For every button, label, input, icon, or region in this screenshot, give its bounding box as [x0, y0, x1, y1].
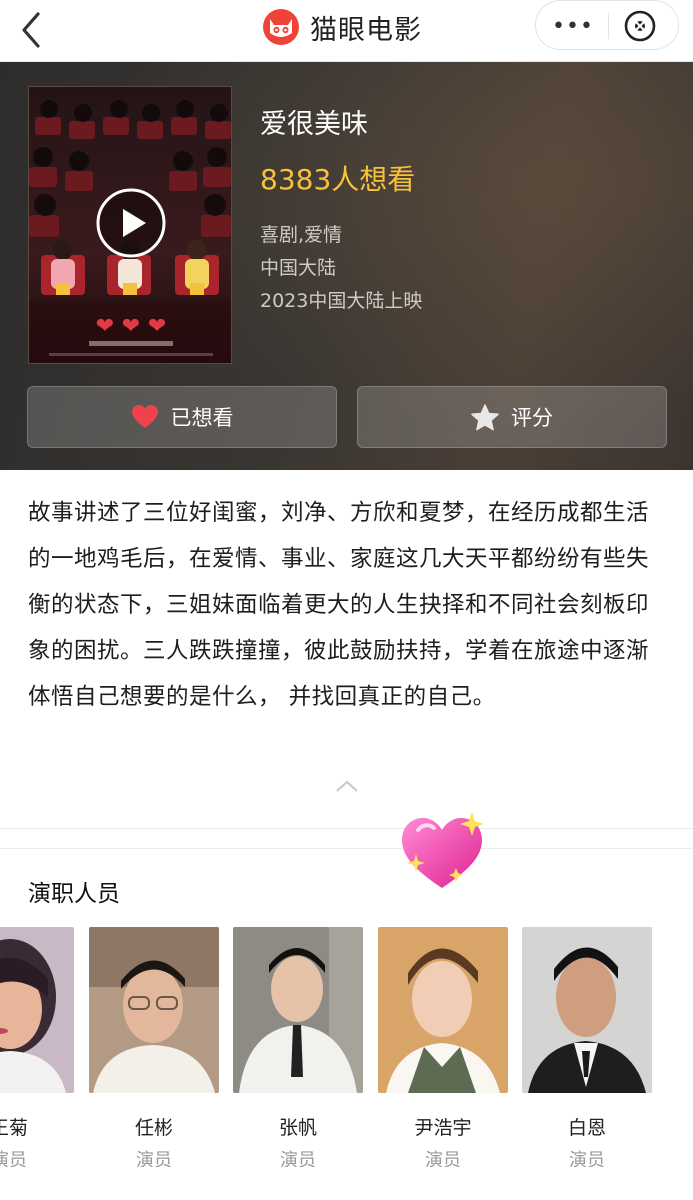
want-to-watch-label: 已想看: [170, 406, 234, 430]
cast-name: 张帆: [278, 1117, 317, 1139]
cast-photo: [0, 927, 74, 1093]
maoyan-cat-logo-icon: [263, 9, 299, 45]
actor-portrait: [378, 927, 508, 1093]
cast-list: 王菊 演员 任彬 演员: [0, 927, 693, 1167]
more-menu-button[interactable]: •••: [550, 6, 596, 46]
movie-header: ❤ ❤ ❤ 爱很美味 8383人想看 喜剧,爱情 中国大陆 2023中国大陆上映…: [0, 62, 693, 470]
movie-poster[interactable]: ❤ ❤ ❤: [28, 86, 232, 364]
app-brand: 猫眼电影: [262, 7, 422, 47]
cast-member[interactable]: 尹浩宇 演员: [378, 927, 508, 1167]
movie-region: 中国大陆: [260, 257, 337, 279]
sparkling-heart-icon: [402, 812, 484, 888]
app-name: 猫眼电影: [310, 14, 422, 46]
cast-role: 演员: [136, 1150, 172, 1167]
heart-icon: [131, 405, 158, 428]
movie-release-info: 2023中国大陆上映: [260, 290, 423, 312]
rate-label: 评分: [511, 406, 553, 430]
cast-photo: [522, 927, 652, 1093]
play-trailer-icon[interactable]: [95, 187, 167, 259]
cast-role: 演员: [569, 1150, 605, 1167]
cast-role: 演员: [0, 1150, 27, 1167]
cast-photo: [233, 927, 363, 1093]
rate-button[interactable]: 评分: [357, 386, 667, 448]
cast-section-title: 演职人员: [28, 881, 120, 907]
svg-text:❤ ❤ ❤: ❤ ❤ ❤: [96, 314, 167, 339]
section-divider: [0, 828, 693, 829]
cast-role: 演员: [425, 1150, 461, 1167]
section-divider: [0, 848, 693, 849]
cast-name: 白恩: [567, 1117, 606, 1139]
cast-photo: [378, 927, 508, 1093]
mini-program-capsule: •••: [535, 0, 679, 50]
actor-portrait: [0, 927, 74, 1093]
cast-member[interactable]: 白恩 演员: [522, 927, 652, 1167]
star-icon: [471, 403, 499, 430]
cast-member[interactable]: 任彬 演员: [89, 927, 219, 1167]
actor-portrait: [233, 927, 363, 1093]
cast-member[interactable]: 张帆 演员: [233, 927, 363, 1167]
cast-photo: [89, 927, 219, 1093]
cast-name: 任彬: [134, 1117, 173, 1139]
want-to-watch-count: 8383人想看: [260, 163, 416, 196]
chevron-left-icon[interactable]: [12, 6, 56, 50]
cast-name: 尹浩宇: [414, 1117, 472, 1139]
cast-name: 王菊: [0, 1117, 28, 1139]
actor-portrait: [89, 927, 219, 1093]
movie-title: 爱很美味: [260, 109, 368, 140]
cast-member[interactable]: 王菊 演员: [0, 927, 74, 1167]
close-circle-icon[interactable]: [622, 8, 658, 44]
cast-role: 演员: [280, 1150, 316, 1167]
movie-synopsis: 故事讲述了三位好闺蜜，刘净、方欣和夏梦，在经历成都生活的一地鸡毛后，在爱情、事业…: [28, 500, 650, 710]
movie-genre: 喜剧,爱情: [260, 224, 343, 246]
actor-portrait: [522, 927, 652, 1093]
top-nav-bar: 猫眼电影 •••: [0, 0, 693, 62]
chevron-up-icon[interactable]: [333, 776, 361, 796]
capsule-divider: [608, 13, 609, 39]
want-to-watch-button[interactable]: 已想看: [27, 386, 337, 448]
